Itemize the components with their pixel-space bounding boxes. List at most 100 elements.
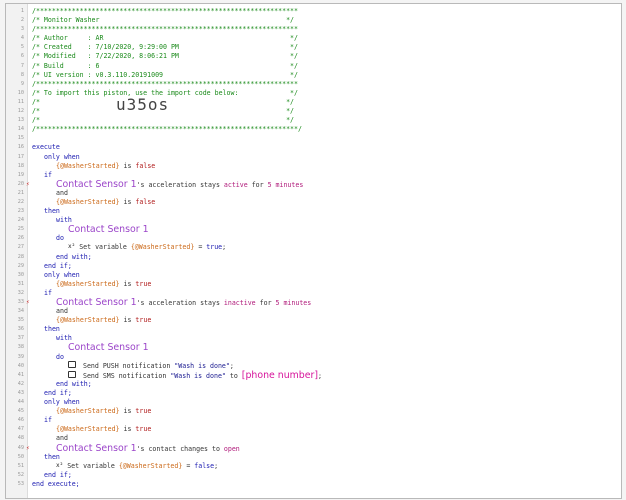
variable-name[interactable]: {@WasherStarted} bbox=[56, 198, 120, 206]
code-line: 51 x² Set variable {@WasherStarted} = fal… bbox=[6, 462, 621, 471]
line-content[interactable]: if bbox=[44, 416, 52, 425]
code-line: 13 /* */ bbox=[6, 116, 621, 125]
variable-name[interactable]: {@WasherStarted} bbox=[56, 425, 120, 433]
code-line: 25 Contact Sensor 1 bbox=[6, 225, 621, 234]
line-content[interactable]: and bbox=[56, 189, 68, 198]
line-number: 51 bbox=[17, 462, 24, 469]
variable-name[interactable]: {@WasherStarted} bbox=[56, 316, 120, 324]
code-line: 52 end if; bbox=[6, 471, 621, 480]
line-content[interactable]: /***************************************… bbox=[32, 80, 298, 89]
code-token: with bbox=[56, 334, 72, 343]
trigger-bolt-icon: ⚡ bbox=[26, 180, 30, 188]
code-token: false bbox=[135, 161, 156, 170]
code-token: active bbox=[223, 180, 248, 189]
line-content[interactable]: end if; bbox=[44, 471, 72, 480]
code-token: true bbox=[135, 407, 152, 416]
line-content[interactable]: {@WasherStarted} is true bbox=[56, 425, 151, 434]
line-content[interactable]: execute bbox=[32, 143, 60, 152]
line-number: 7 bbox=[20, 62, 24, 69]
line-number: 12 bbox=[17, 108, 24, 115]
code-line: 47 {@WasherStarted} is true bbox=[6, 425, 621, 434]
code-line: 36 then bbox=[6, 325, 621, 334]
line-content[interactable]: do bbox=[56, 234, 64, 243]
line-content[interactable]: x² Set variable {@WasherStarted} = false… bbox=[56, 462, 218, 471]
line-content[interactable]: end if; bbox=[44, 262, 72, 271]
code-line: 46 if bbox=[6, 416, 621, 425]
line-content[interactable]: {@WasherStarted} is false bbox=[56, 198, 155, 207]
variable-name[interactable]: {@WasherStarted} bbox=[56, 280, 120, 288]
line-number: 46 bbox=[17, 417, 24, 424]
code-line: 11/* */ bbox=[6, 98, 621, 107]
line-content[interactable]: then bbox=[44, 453, 60, 462]
line-number: 23 bbox=[17, 208, 24, 215]
code-token: to bbox=[225, 371, 242, 380]
line-content[interactable]: if bbox=[44, 171, 52, 180]
import-code-text[interactable]: u35os bbox=[116, 97, 169, 113]
code-line: 33 ⚡ Contact Sensor 1's acceleration stays… bbox=[6, 298, 621, 307]
code-token: is bbox=[119, 279, 136, 288]
line-content[interactable]: /* Author : AR */ bbox=[32, 34, 298, 43]
variable-name[interactable]: {@WasherStarted} bbox=[56, 162, 120, 170]
code-token: only when bbox=[44, 152, 80, 161]
line-content[interactable]: {@WasherStarted} is false bbox=[56, 162, 155, 171]
code-editor[interactable]: 1 /**************************************… bbox=[5, 3, 622, 499]
line-content[interactable]: /***************************************… bbox=[32, 25, 298, 34]
code-line: 41 Send SMS notification "Wash is done" … bbox=[6, 371, 621, 380]
code-line: 49 ⚡ Contact Sensor 1's contact changes to… bbox=[6, 443, 621, 452]
line-content[interactable]: {@WasherStarted} is true bbox=[56, 407, 151, 416]
line-content[interactable]: only when bbox=[44, 271, 80, 280]
line-content[interactable]: if bbox=[44, 289, 52, 298]
code-line: 6 /* Modified : 7/22/2020, 8:06:21 PM */ bbox=[6, 52, 621, 61]
line-content[interactable]: /* Build : 6 */ bbox=[32, 62, 298, 71]
code-token: and bbox=[56, 188, 68, 197]
variable-name[interactable]: {@WasherStarted} bbox=[119, 462, 183, 470]
line-content[interactable]: end with; bbox=[56, 380, 92, 389]
code-token: false bbox=[135, 197, 156, 206]
code-line: 44 only when bbox=[6, 398, 621, 407]
code-token: = bbox=[182, 461, 195, 470]
variable-name[interactable]: {@WasherStarted} bbox=[131, 243, 195, 251]
code-token: with bbox=[56, 216, 72, 225]
code-token: true bbox=[135, 279, 152, 288]
line-number: 36 bbox=[17, 326, 24, 333]
line-content[interactable]: only when bbox=[44, 153, 80, 162]
code-token: true bbox=[135, 316, 152, 325]
line-content[interactable]: /* Created : 7/10/2020, 9:29:00 PM */ bbox=[32, 43, 298, 52]
line-content[interactable]: end if; bbox=[44, 389, 72, 398]
code-token: is bbox=[119, 161, 136, 170]
line-content[interactable]: {@WasherStarted} is true bbox=[56, 316, 151, 325]
line-content[interactable]: only when bbox=[44, 398, 80, 407]
line-content[interactable]: /* Monitor Washer */ bbox=[32, 16, 294, 25]
line-number: 20 bbox=[17, 180, 24, 187]
line-content[interactable]: /***************************************… bbox=[32, 125, 302, 134]
code-token: "Wash is done" bbox=[174, 361, 230, 370]
code-line: 3 /**************************************… bbox=[6, 25, 621, 34]
code-token: do bbox=[56, 352, 64, 361]
code-token: inactive bbox=[223, 299, 256, 307]
line-content[interactable]: /* Modified : 7/22/2020, 8:06:21 PM */ bbox=[32, 52, 298, 61]
trigger-bolt-icon: ⚡ bbox=[26, 444, 30, 452]
line-number: 10 bbox=[17, 89, 24, 96]
line-content[interactable]: end with; bbox=[56, 253, 92, 262]
line-number: 1 bbox=[20, 8, 24, 14]
code-line: 22 {@WasherStarted} is false bbox=[6, 198, 621, 207]
code-token: x² bbox=[56, 461, 64, 469]
line-content[interactable]: then bbox=[44, 325, 60, 334]
line-content[interactable]: and bbox=[56, 307, 68, 316]
code-line: 15 bbox=[6, 134, 621, 143]
line-number: 13 bbox=[17, 117, 24, 124]
line-number: 42 bbox=[17, 380, 24, 387]
line-content[interactable]: do bbox=[56, 353, 64, 362]
line-content[interactable]: x² Set variable {@WasherStarted} = true; bbox=[68, 243, 226, 252]
code-token: /* Monitor Washer */ bbox=[32, 16, 295, 25]
variable-name[interactable]: {@WasherStarted} bbox=[56, 407, 120, 415]
code-line: 29 end if; bbox=[6, 262, 621, 271]
line-content[interactable]: then bbox=[44, 207, 60, 216]
line-content[interactable]: /* */ bbox=[32, 116, 294, 125]
line-content[interactable]: /* UI version : v0.3.110.20191009 */ bbox=[32, 71, 298, 80]
line-number: 53 bbox=[17, 480, 24, 487]
line-content[interactable]: end execute; bbox=[32, 480, 80, 489]
line-content[interactable]: {@WasherStarted} is true bbox=[56, 280, 151, 289]
line-content[interactable]: Send PUSH notification "Wash is done"; bbox=[68, 361, 234, 371]
line-content[interactable]: /***************************************… bbox=[32, 7, 298, 16]
